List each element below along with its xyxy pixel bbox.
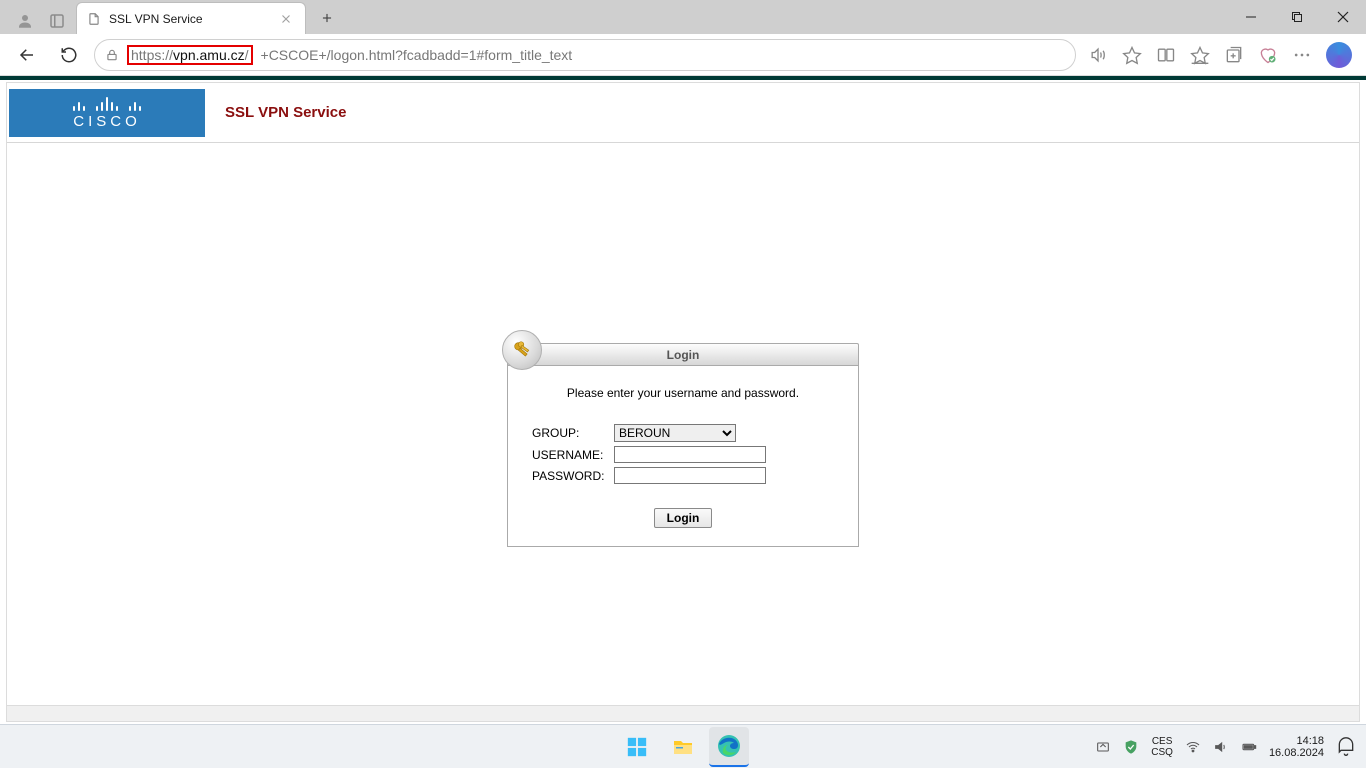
maximize-button[interactable]: [1274, 0, 1320, 34]
taskbar: CESCSQ 14:1816.08.2024: [0, 724, 1366, 768]
horizontal-scrollbar[interactable]: [7, 705, 1359, 721]
wifi-icon[interactable]: [1185, 739, 1201, 755]
minimize-button[interactable]: [1228, 0, 1274, 34]
username-input[interactable]: [614, 446, 766, 463]
file-explorer-icon[interactable]: [663, 727, 703, 767]
brand-bar: CISCO SSL VPN Service: [7, 83, 1359, 143]
taskbar-center: [617, 727, 749, 767]
security-icon[interactable]: [1123, 739, 1139, 755]
close-window-button[interactable]: [1320, 0, 1366, 34]
active-tab[interactable]: SSL VPN Service: [76, 2, 306, 34]
address-bar[interactable]: https://https://vpn.amu.cz/vpn.amu.cz/ +…: [94, 39, 1076, 71]
cisco-bars-icon: [73, 95, 141, 111]
cisco-logo: CISCO: [9, 89, 205, 137]
page-title: SSL VPN Service: [225, 104, 346, 121]
tab-title: SSL VPN Service: [109, 12, 203, 26]
read-aloud-icon[interactable]: [1088, 45, 1108, 65]
close-tab-icon[interactable]: [279, 12, 293, 26]
username-row: USERNAME:: [532, 446, 834, 463]
tray-overflow-icon[interactable]: [1095, 739, 1111, 755]
refresh-button[interactable]: [52, 38, 86, 72]
clock[interactable]: 14:1816.08.2024: [1269, 735, 1324, 759]
login-button-row: Login: [532, 508, 834, 528]
login-message: Please enter your username and password.: [532, 386, 834, 400]
keys-icon: [502, 330, 542, 370]
toolbar-right-icons: [1084, 42, 1356, 68]
collections-icon[interactable]: [1224, 45, 1244, 65]
username-label: USERNAME:: [532, 448, 614, 462]
password-input[interactable]: [614, 467, 766, 484]
login-panel: Login Please enter your username and pas…: [507, 343, 859, 547]
tab-actions-icon[interactable]: [48, 12, 66, 30]
favorites-icon[interactable]: [1190, 45, 1210, 65]
page-viewport: CISCO SSL VPN Service Login Please enter…: [0, 76, 1366, 724]
favorite-star-icon[interactable]: [1122, 45, 1142, 65]
browser-toolbar: https://https://vpn.amu.cz/vpn.amu.cz/ +…: [0, 34, 1366, 76]
url-rest: +CSCOE+/logon.html?fcadbadd=1#form_title…: [261, 47, 573, 63]
login-button[interactable]: Login: [654, 508, 713, 528]
group-label: GROUP:: [532, 426, 614, 440]
cisco-wordmark: CISCO: [73, 113, 141, 130]
group-row: GROUP: BEROUN: [532, 424, 834, 442]
password-row: PASSWORD:: [532, 467, 834, 484]
profile-icon[interactable]: [16, 12, 34, 30]
chrome-profile-area: [6, 12, 76, 34]
start-button[interactable]: [617, 727, 657, 767]
copilot-icon[interactable]: [1326, 42, 1352, 68]
back-button[interactable]: [10, 38, 44, 72]
page-icon: [87, 12, 101, 26]
system-tray: CESCSQ 14:1816.08.2024: [1095, 735, 1366, 759]
lock-icon: [105, 48, 119, 62]
login-body: Please enter your username and password.…: [507, 365, 859, 547]
more-menu-icon[interactable]: [1292, 45, 1312, 65]
volume-icon[interactable]: [1213, 739, 1229, 755]
tab-strip: SSL VPN Service: [0, 0, 1366, 34]
new-tab-button[interactable]: [312, 3, 342, 33]
login-header-text: Login: [667, 348, 700, 362]
edge-browser-icon[interactable]: [709, 727, 749, 767]
group-select[interactable]: BEROUN: [614, 424, 736, 442]
window-controls: [1228, 0, 1366, 34]
split-screen-icon[interactable]: [1156, 45, 1176, 65]
page-content: CISCO SSL VPN Service Login Please enter…: [6, 82, 1360, 722]
browser-chrome: SSL VPN Service https://https://vpn.amu.…: [0, 0, 1366, 76]
battery-icon[interactable]: [1241, 739, 1257, 755]
url-highlighted: https://https://vpn.amu.cz/vpn.amu.cz/: [127, 45, 253, 65]
notifications-icon[interactable]: [1336, 737, 1356, 757]
browser-essentials-icon[interactable]: [1258, 45, 1278, 65]
language-indicator[interactable]: CESCSQ: [1151, 736, 1173, 758]
password-label: PASSWORD:: [532, 469, 614, 483]
login-header: Login: [507, 343, 859, 365]
